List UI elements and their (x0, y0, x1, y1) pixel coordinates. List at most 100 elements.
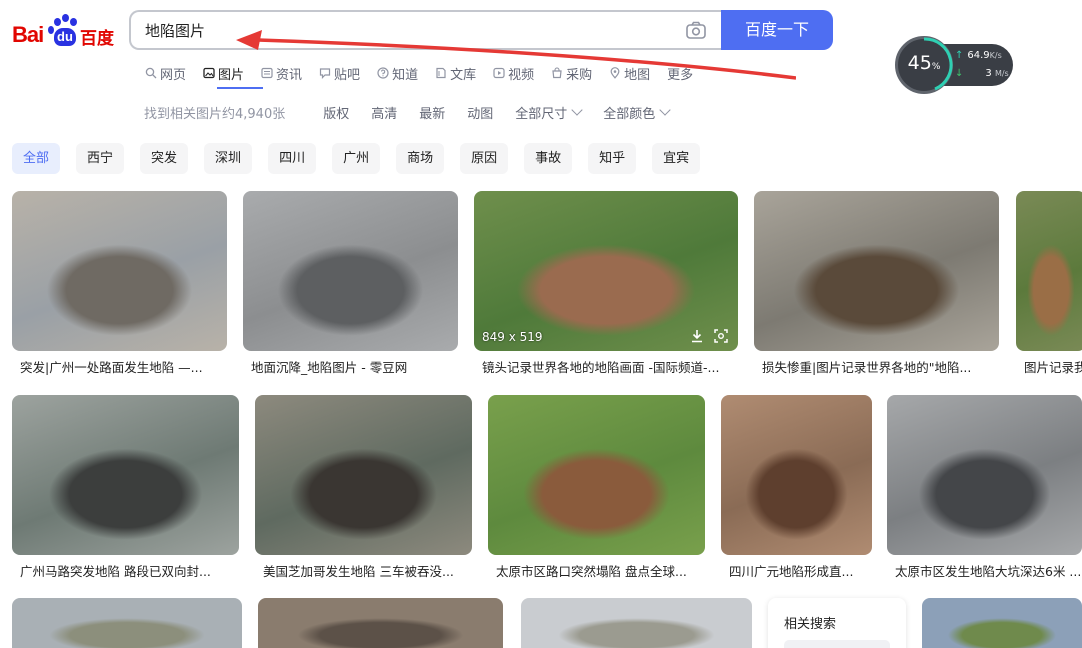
filter-animated[interactable]: 动图 (467, 103, 493, 122)
usage-percent: 45% (898, 52, 950, 74)
nav-tab-label: 更多 (667, 67, 694, 83)
map-icon (610, 67, 620, 79)
paw-toe (62, 14, 69, 22)
nav-tab-label: 贴吧 (334, 67, 361, 83)
image-caption[interactable]: 损失惨重|图片记录世界各地的"地陷... (762, 357, 997, 376)
image-result-row2-4[interactable] (887, 395, 1082, 555)
image-result-row2-1[interactable] (255, 395, 472, 555)
search-button[interactable]: 百度一下 (721, 10, 833, 50)
news-icon (261, 67, 273, 79)
image-result-row1-3[interactable] (754, 191, 999, 351)
related-search-item[interactable] (784, 640, 890, 648)
doc-icon (436, 67, 446, 79)
image-caption[interactable]: 四川广元地陷形成直... (729, 561, 870, 580)
nav-tab-label: 视频 (508, 67, 535, 83)
filter-size-dropdown[interactable]: 全部尺寸 (515, 103, 583, 122)
tag-chip[interactable]: 原因 (460, 143, 509, 174)
filter-hd[interactable]: 高清 (371, 103, 397, 122)
search-icon (145, 67, 157, 79)
image-caption[interactable]: 太原市区路口突然塌陷 盘点全球... (496, 561, 703, 580)
image-caption[interactable]: 广州马路突发地陷 路段已双向封... (20, 561, 237, 580)
download-unit: M/s (994, 69, 1009, 78)
nav-tab-label: 文库 (450, 67, 477, 83)
nav-tab-7[interactable]: 采购 (551, 62, 592, 84)
paw-toe (54, 18, 61, 26)
nav-tab-label: 图片 (218, 67, 245, 83)
camera-icon[interactable] (686, 21, 706, 39)
image-result-row2-3[interactable] (721, 395, 872, 555)
nav-tab-2[interactable]: 资讯 (261, 62, 302, 84)
image-result-row3-3[interactable] (922, 598, 1082, 648)
nav-tab-1[interactable]: 图片 (203, 62, 244, 84)
nav-tab-3[interactable]: 贴吧 (319, 62, 360, 84)
filter-size-label: 全部尺寸 (515, 106, 568, 122)
image-result-row3-1[interactable] (258, 598, 503, 648)
image-result-row3-2[interactable] (521, 598, 752, 648)
tag-chip[interactable]: 知乎 (588, 143, 637, 174)
download-speed: ↓ 3 M/s (955, 68, 1009, 79)
nav-tab-6[interactable]: 视频 (493, 62, 534, 84)
nav-tab-label: 网页 (160, 67, 187, 83)
baidu-logo[interactable]: Bai du 百度 (12, 14, 116, 50)
nav-tab-0[interactable]: 网页 (145, 62, 186, 84)
paw-toe (48, 26, 54, 34)
image-result-row3-0[interactable] (12, 598, 242, 648)
image-result-row2-2[interactable] (488, 395, 705, 555)
network-speed-widget[interactable]: ↑ 64.9K/s ↓ 3 M/s 45% (895, 36, 1015, 94)
filter-latest[interactable]: 最新 (419, 103, 445, 122)
tag-chip[interactable]: 商场 (396, 143, 445, 174)
nav-tab-4[interactable]: 知道 (377, 62, 418, 84)
related-search-card[interactable]: 相关搜索 (768, 598, 906, 648)
image-icon (203, 67, 215, 79)
image-caption[interactable]: 突发|广州一处路面发生地陷 —... (20, 357, 225, 376)
image-caption[interactable]: 镜头记录世界各地的地陷画面 -国际频道-... (482, 357, 736, 376)
search-input[interactable] (145, 12, 665, 48)
tag-chip[interactable]: 广州 (332, 143, 381, 174)
speed-panel: ↑ 64.9K/s ↓ 3 M/s (943, 44, 1013, 86)
image-caption[interactable]: 图片记录我 (1024, 357, 1082, 376)
nav-tab-label: 采购 (566, 67, 593, 83)
tag-chip[interactable]: 事故 (524, 143, 573, 174)
upload-arrow-icon: ↑ (955, 50, 964, 61)
filter-color-dropdown[interactable]: 全部颜色 (603, 103, 671, 122)
image-result-row1-2[interactable]: 849 x 519 (474, 191, 738, 351)
tag-chip[interactable]: 宜宾 (652, 143, 701, 174)
download-value: 3 (985, 68, 992, 79)
video-icon (493, 67, 505, 79)
upload-speed: ↑ 64.9K/s (955, 50, 1002, 61)
nav-tab-8[interactable]: 地图 (609, 62, 650, 84)
tag-chip[interactable]: 西宁 (76, 143, 125, 174)
image-caption[interactable]: 太原市区发生地陷大坑深达6米 ... (895, 561, 1080, 580)
result-count: 找到相关图片约4,940张 (144, 106, 286, 122)
logo-text-chinese: 百度 (80, 29, 114, 49)
upload-value: 64.9 (967, 50, 990, 61)
tag-chip[interactable]: 深圳 (204, 143, 253, 174)
tag-chip[interactable]: 突发 (140, 143, 189, 174)
logo-text-bai: Bai (12, 22, 44, 47)
image-caption[interactable]: 美国芝加哥发生地陷 三车被吞没... (263, 561, 470, 580)
chevron-down-icon (659, 104, 671, 116)
download-icon[interactable] (690, 329, 704, 343)
image-result-row1-4[interactable] (1016, 191, 1082, 351)
tag-chip[interactable]: 全部 (12, 143, 61, 174)
nav-tab-5[interactable]: 文库 (435, 62, 476, 84)
paw-toe (70, 18, 77, 26)
active-tab-underline (217, 87, 263, 89)
percent-value: 45 (907, 52, 932, 74)
image-result-row1-1[interactable] (243, 191, 458, 351)
logo-text-du: du (54, 28, 76, 46)
image-caption[interactable]: 地面沉降_地陷图片 - 零豆网 (251, 357, 456, 376)
filter-copyright[interactable]: 版权 (323, 103, 349, 122)
image-result-row1-0[interactable] (12, 191, 227, 351)
tag-chip[interactable]: 四川 (268, 143, 317, 174)
filter-bar: 找到相关图片约4,940张 版权 高清 最新 动图 全部尺寸 全部颜色 (144, 102, 691, 122)
shop-icon (552, 67, 562, 79)
image-result-row2-0[interactable] (12, 395, 239, 555)
nav-tab-label: 知道 (392, 67, 419, 83)
upload-unit: K/s (989, 51, 1002, 60)
visual-search-icon[interactable] (714, 329, 728, 343)
tag-chips: 全部 西宁 突发 深圳 四川 广州 商场 原因 事故 知乎 宜宾 (12, 143, 716, 174)
search-box (129, 10, 722, 50)
nav-tab-9[interactable]: 更多 (667, 62, 693, 84)
nav-tab-label: 地图 (624, 67, 651, 83)
